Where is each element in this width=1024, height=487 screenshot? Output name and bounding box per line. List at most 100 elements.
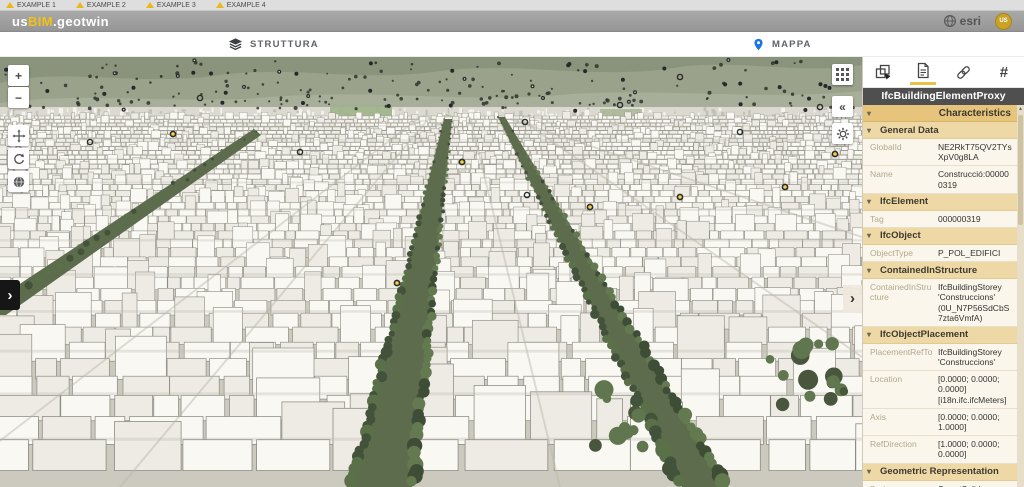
chevron-down-icon: ▾	[867, 330, 876, 339]
property-row: RefDirection[1.0000; 0.0000; 0.0000]	[863, 436, 1017, 463]
globe-icon	[12, 175, 26, 189]
chevron-down-icon: ▾	[867, 109, 876, 118]
property-row: ObjectTypeP_POL_EDIFICI	[863, 245, 1017, 262]
logo-part-us: us	[12, 14, 28, 29]
globe-view-button[interactable]	[8, 171, 29, 192]
panel-scrollbar[interactable]: ▴	[1017, 105, 1024, 487]
property-row: NameConstrucció:000000319	[863, 166, 1017, 193]
layers-icon	[228, 37, 243, 51]
pan-button[interactable]	[8, 125, 29, 146]
bookmark-item[interactable]: EXAMPLE 3	[146, 2, 196, 9]
view-tabbar: STRUTTURA MAPPA	[0, 32, 1024, 57]
chevron-down-icon: ▾	[867, 197, 876, 206]
properties-panel: # IfcBuildingElementProxy ▾Characteristi…	[862, 57, 1024, 487]
property-label: RefDirection	[863, 436, 936, 462]
basemap-button[interactable]	[832, 64, 853, 85]
tab-mappa[interactable]: MAPPA	[752, 32, 812, 56]
map-canvas[interactable]	[0, 57, 862, 487]
esri-logo[interactable]: esri	[943, 14, 981, 28]
rotate-icon	[12, 152, 26, 166]
property-label: ContainedInStructure	[863, 279, 936, 326]
zoom-in-button[interactable]: +	[8, 65, 29, 86]
scrollbar-thumb[interactable]	[1018, 115, 1023, 225]
zoom-out-button[interactable]: −	[8, 87, 29, 108]
section-header[interactable]: ▾ContainedInStructure	[863, 262, 1017, 279]
select-elements-tab[interactable]	[870, 59, 896, 85]
property-label: Location	[863, 371, 936, 408]
section-header[interactable]: ▾ Geometric Representation	[863, 464, 1017, 481]
section-label: IfcObject	[880, 230, 921, 241]
property-value: 000000319	[936, 211, 1017, 227]
avatar-initials: US	[999, 18, 1007, 24]
property-row: ContainedInStructureIfcBuildingStorey 'C…	[863, 279, 1017, 327]
property-row: Location[0.0000; 0.0000; 0.0000] [i18n.i…	[863, 371, 1017, 409]
property-row: GlobalIdNE2RkT75QV2TYsXpV0g8LA	[863, 139, 1017, 166]
section-label: IfcElement	[880, 196, 928, 207]
bookmark-label: EXAMPLE 1	[17, 2, 56, 9]
logo-part-geotwin: .geotwin	[53, 14, 109, 29]
map-viewport[interactable]: + −	[0, 57, 862, 487]
collapse-panel-button[interactable]: «	[832, 96, 853, 117]
section-header[interactable]: ▾ IfcObjectPlacement	[863, 327, 1017, 344]
chevron-down-icon: ▾	[867, 126, 876, 135]
bookmark-favicon-icon	[76, 2, 84, 8]
bookmark-item[interactable]: EXAMPLE 4	[216, 2, 266, 9]
select-elements-icon	[875, 64, 892, 81]
property-label: GlobalId	[863, 139, 936, 165]
bookmark-favicon-icon	[146, 2, 154, 8]
property-value: [0.0000; 0.0000; 1.0000]	[936, 409, 1017, 435]
property-value: SweptSolid	[936, 481, 1017, 487]
property-row: BodySweptSolid	[863, 481, 1017, 487]
chevron-down-icon: ▾	[867, 467, 876, 476]
property-label: PlacementRefTo	[863, 344, 936, 370]
rotate-button[interactable]	[8, 148, 29, 169]
next-view-button[interactable]: ›	[843, 285, 862, 312]
panel-properties: ▾Characteristics▾General DataGlobalIdNE2…	[863, 105, 1024, 487]
properties-document-icon	[915, 62, 931, 79]
property-label: Axis	[863, 409, 936, 435]
section-label: ContainedInStructure	[880, 265, 977, 276]
bookmark-label: EXAMPLE 2	[87, 2, 126, 9]
property-value: P_POL_EDIFICI	[936, 245, 1017, 261]
bookmark-favicon-icon	[216, 2, 224, 8]
link-tab[interactable]	[951, 59, 977, 85]
tab-struttura[interactable]: STRUTTURA	[228, 32, 319, 56]
property-row: Axis[0.0000; 0.0000; 1.0000]	[863, 409, 1017, 436]
map-pin-icon	[752, 37, 765, 52]
major-section-header[interactable]: ▾Characteristics	[863, 105, 1017, 122]
property-value: IfcBuildingStorey 'Construccions' (0U_N7…	[936, 279, 1017, 326]
prev-view-button[interactable]: ›	[0, 280, 20, 310]
basemap-grid-icon	[836, 68, 849, 81]
scroll-up-icon[interactable]: ▴	[1017, 105, 1024, 114]
section-label: Geometric Representation	[880, 466, 999, 477]
panel-tabbar: #	[863, 57, 1024, 88]
app-logo[interactable]: usBIM.geotwin	[12, 14, 109, 29]
property-label: Tag	[863, 211, 936, 227]
settings-button[interactable]	[832, 123, 853, 144]
selected-entity-title: IfcBuildingElementProxy	[863, 88, 1024, 105]
tab-mappa-label: MAPPA	[772, 39, 812, 50]
esri-label: esri	[960, 14, 981, 28]
link-icon	[955, 64, 972, 81]
app-header: usBIM.geotwin esri US	[0, 11, 1024, 32]
section-label: IfcObjectPlacement	[880, 329, 968, 340]
bookmark-item[interactable]: EXAMPLE 2	[76, 2, 126, 9]
properties-tab[interactable]	[910, 59, 936, 85]
bookmark-label: EXAMPLE 3	[157, 2, 196, 9]
bookmark-item[interactable]: EXAMPLE 1	[6, 2, 56, 9]
property-row: Tag000000319	[863, 211, 1017, 228]
section-label: Characteristics	[876, 108, 1011, 119]
property-row: PlacementRefToIfcBuildingStorey 'Constru…	[863, 344, 1017, 371]
property-label: Name	[863, 166, 936, 192]
section-label: General Data	[880, 125, 939, 136]
tab-struttura-label: STRUTTURA	[250, 39, 319, 50]
section-header[interactable]: ▾ IfcElement	[863, 194, 1017, 211]
hash-tab[interactable]: #	[991, 59, 1017, 85]
user-avatar[interactable]: US	[995, 13, 1012, 30]
section-header[interactable]: ▾ IfcObject	[863, 228, 1017, 245]
property-value: IfcBuildingStorey 'Construccions'	[936, 344, 1017, 370]
property-value: [1.0000; 0.0000; 0.0000]	[936, 436, 1017, 462]
property-label: Body	[863, 481, 936, 487]
chevron-down-icon: ▾	[867, 231, 876, 240]
section-header[interactable]: ▾ General Data	[863, 122, 1017, 139]
